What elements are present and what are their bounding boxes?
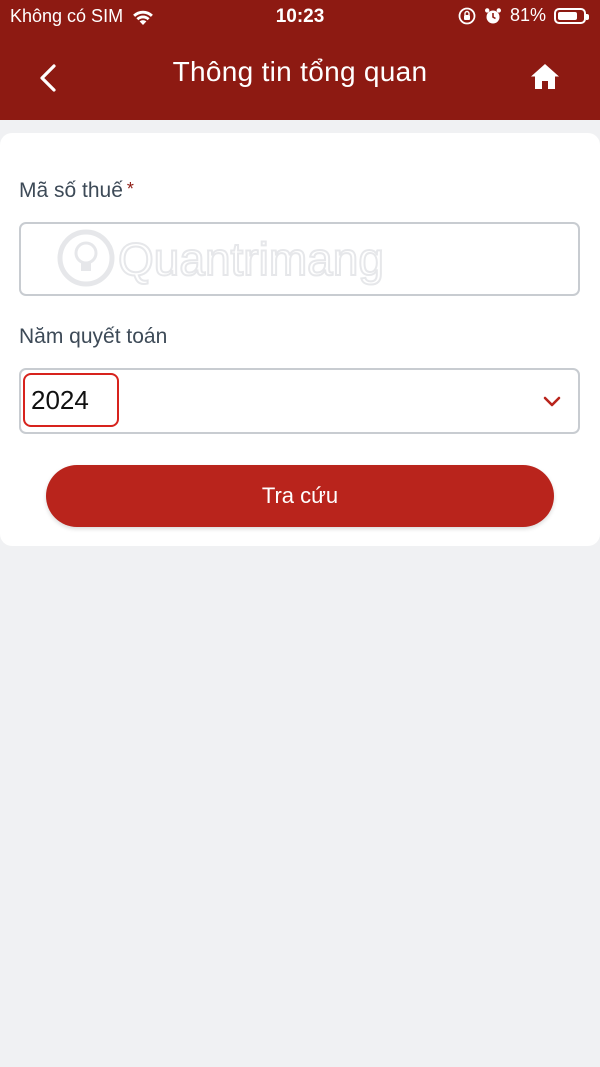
year-value: 2024 [31,385,89,415]
battery-level [558,11,578,20]
page-title: Thông tin tổng quan [172,56,428,87]
status-right: 81% [458,5,589,26]
year-select[interactable]: 2024 [19,368,580,434]
home-icon[interactable] [528,60,562,94]
app-header: Không có SIM 10:23 81% Thông tin tổng qu… [0,0,600,120]
year-label: Năm quyết toán [19,325,168,348]
battery-percent: 81% [509,5,546,25]
required-marker: * [126,179,134,199]
battery-icon [554,7,589,24]
tax-code-input[interactable] [21,224,578,294]
tax-code-label: Mã số thuế * [19,179,134,203]
chevron-down-icon[interactable] [542,394,562,408]
search-button-label: Tra cứu [261,483,339,508]
status-bar: Không có SIM 10:23 81% [0,0,600,34]
tax-code-label-text: Mã số thuế [19,179,123,202]
orientation-lock-icon [458,7,476,24]
search-button[interactable]: Tra cứu [46,465,554,527]
tax-code-field[interactable] [19,222,580,296]
alarm-icon [484,7,501,23]
